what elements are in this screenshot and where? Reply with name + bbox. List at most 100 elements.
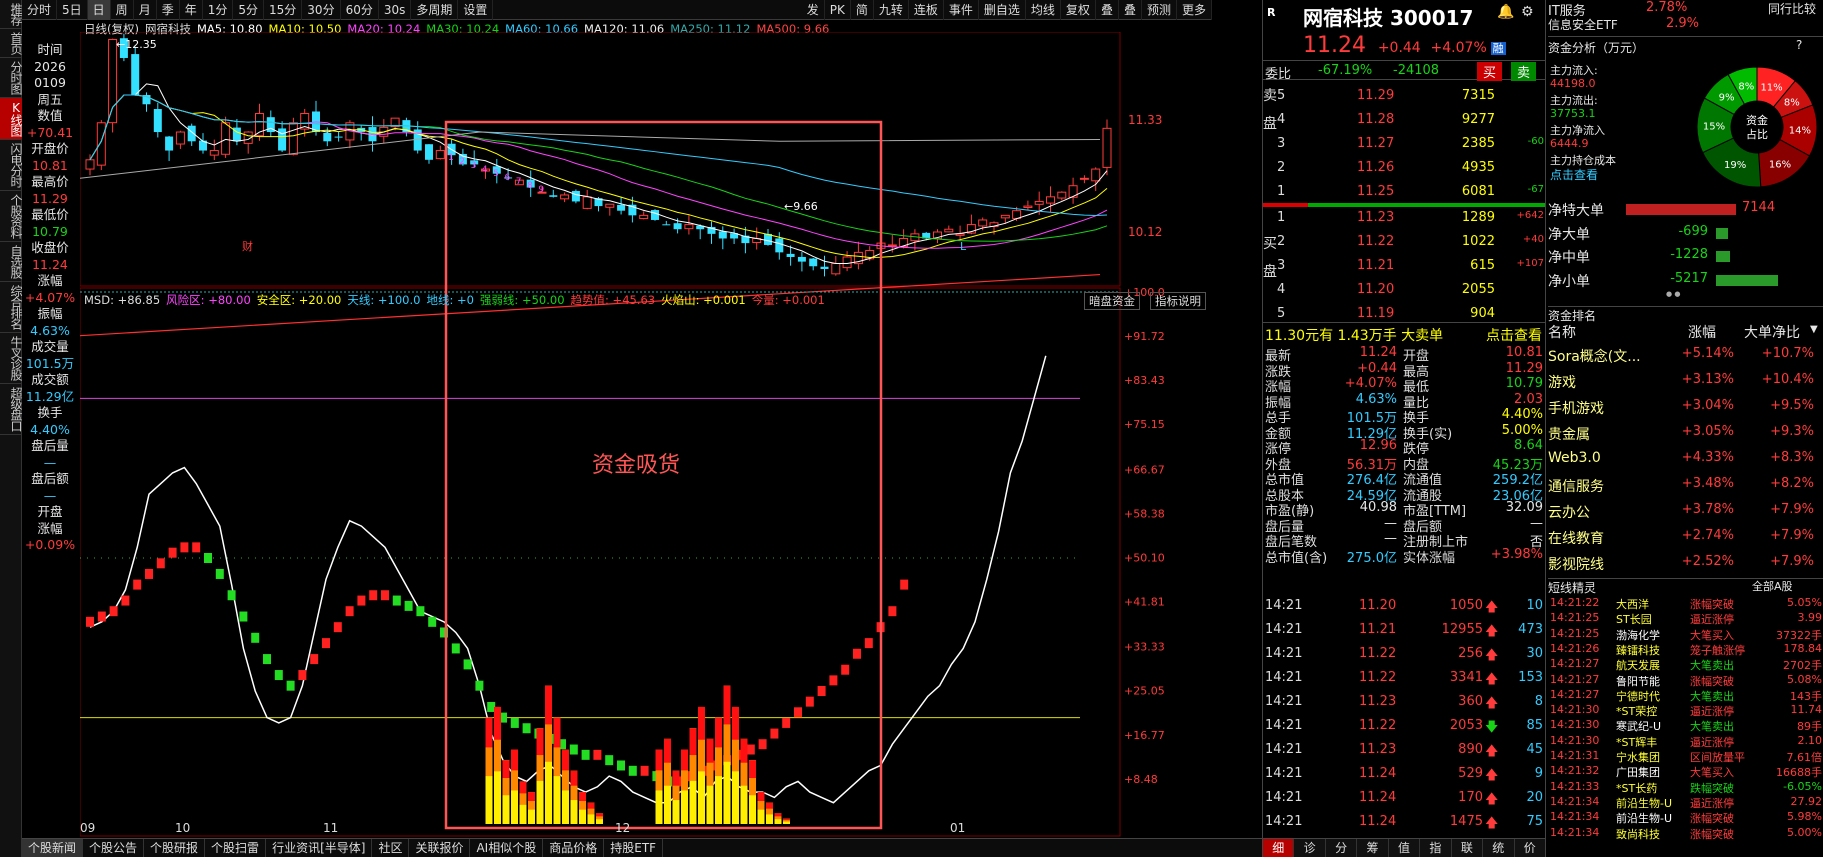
nav-8[interactable]: 牛叉诊股: [0, 333, 23, 384]
quote-tab-0[interactable]: 细: [1263, 839, 1295, 857]
bell-icon[interactable]: 🔔: [1497, 4, 1514, 20]
nav-5[interactable]: 个股资料: [0, 191, 23, 242]
short-stock: 宁德时代: [1616, 689, 1660, 703]
rank-col: 名称: [1548, 325, 1576, 341]
tick-row: 14:21 11.24 170 🡅 20: [1265, 790, 1544, 808]
buy-button[interactable]: 买: [1477, 62, 1503, 81]
bottom-tab-5[interactable]: 社区: [372, 839, 410, 857]
quote-tab-8[interactable]: 价: [1515, 839, 1546, 857]
arrow-up-icon: 🡅: [1485, 672, 1499, 687]
trend-block: [274, 670, 283, 681]
big-order-row[interactable]: 11.30元有 1.43万手 大卖单 点击查看: [1263, 322, 1546, 347]
period-2[interactable]: 日: [87, 0, 111, 20]
period-10[interactable]: 30分: [302, 0, 341, 20]
nav-1[interactable]: 首页: [0, 29, 23, 58]
etf-pct: 2.9%: [1666, 16, 1700, 31]
tool-1[interactable]: PK: [825, 0, 851, 20]
tool-0[interactable]: 发: [802, 0, 825, 20]
quote-tab-7[interactable]: 统: [1483, 839, 1515, 857]
short-time: 14:21:27: [1550, 657, 1600, 671]
period-6[interactable]: 年: [180, 0, 203, 20]
rank-pct: +2.52%: [1681, 554, 1734, 569]
tool-10[interactable]: 叠: [1119, 0, 1142, 20]
tool-12[interactable]: 更多: [1177, 0, 1212, 20]
bottom-tab-0[interactable]: 个股新闻: [22, 839, 84, 857]
candle: [887, 244, 897, 247]
bottom-tab-4[interactable]: 行业资讯[半导体]: [266, 839, 373, 857]
gear-icon[interactable]: ⚙: [1521, 4, 1534, 20]
period-5[interactable]: 季: [157, 0, 180, 20]
quote-tab-6[interactable]: 联: [1452, 839, 1484, 857]
tool-9[interactable]: 叠: [1096, 0, 1119, 20]
bottom-tab-3[interactable]: 个股扫雷: [205, 839, 267, 857]
nav-3[interactable]: K线图: [0, 98, 23, 140]
period-12[interactable]: 30s: [379, 0, 412, 20]
bottom-tab-7[interactable]: AI相似个股: [470, 839, 544, 857]
trend-block: [392, 595, 401, 606]
rank-name: 游戏: [1548, 375, 1576, 391]
short-event: 跌幅突破: [1690, 781, 1734, 795]
bottom-tab-1[interactable]: 个股公告: [83, 839, 145, 857]
tick-row: 14:21 11.24 529 🡅 9: [1265, 766, 1544, 784]
info-4: 数值: [37, 108, 63, 123]
period-11[interactable]: 60分: [341, 0, 379, 20]
quote-tab-1[interactable]: 诊: [1294, 839, 1326, 857]
tool-7[interactable]: 均线: [1026, 0, 1061, 20]
ind-btn-1[interactable]: 指标说明: [1150, 292, 1206, 310]
tool-5[interactable]: 事件: [944, 0, 979, 20]
bottom-tab-6[interactable]: 关联报价: [409, 839, 471, 857]
period-1[interactable]: 5日: [57, 0, 88, 20]
flame-bar-top: [587, 802, 595, 809]
fund-donut: 11%8%14%16%19%15%9%8%资金占比: [1696, 66, 1818, 188]
candle: [1023, 205, 1033, 208]
trend-block: [593, 749, 602, 760]
sell-label: 卖盘: [1263, 88, 1277, 132]
period-9[interactable]: 15分: [264, 0, 303, 20]
short-value: 27.92: [1790, 794, 1823, 808]
bottom-tab-8[interactable]: 商品价格: [543, 839, 605, 857]
weibi-bar: [1263, 203, 1546, 207]
flame-bar-top: [519, 781, 527, 794]
sell-button[interactable]: 卖: [1511, 62, 1537, 81]
quote-tab-3[interactable]: 筹: [1357, 839, 1389, 857]
period-3[interactable]: 周: [111, 0, 134, 20]
flame-bar-top: [494, 706, 501, 740]
tool-8[interactable]: 复权: [1061, 0, 1096, 20]
bottom-tab-2[interactable]: 个股研报: [144, 839, 206, 857]
tool-4[interactable]: 连板: [909, 0, 944, 20]
stat-row: 盘后量 — 盘后额 —: [1265, 515, 1543, 535]
nav-0[interactable]: 推荐: [0, 0, 23, 29]
flow-label: 净大单: [1548, 226, 1590, 243]
period-4[interactable]: 月: [134, 0, 157, 20]
nav-4[interactable]: 闪电分时: [0, 140, 23, 191]
ind-btn-0[interactable]: 暗盘资金: [1084, 292, 1140, 310]
info-13: 11.24: [32, 256, 68, 272]
quote-tab-5[interactable]: 指: [1420, 839, 1452, 857]
info-26: 盘后额: [31, 471, 69, 486]
period-0[interactable]: 分时: [22, 0, 58, 20]
quote-tab-2[interactable]: 分: [1326, 839, 1358, 857]
tool-6[interactable]: 删自选: [979, 0, 1026, 20]
kline-chart[interactable]: 12.5311.3310.12←12.35←9.66财L123456789+10…: [80, 32, 1260, 838]
period-8[interactable]: 5分: [233, 0, 265, 20]
rank-pct: +3.78%: [1681, 502, 1734, 517]
period-7[interactable]: 1分: [203, 0, 234, 20]
tool-3[interactable]: 九转: [874, 0, 909, 20]
tool-11[interactable]: 预测: [1142, 0, 1177, 20]
short-time: 14:21:32: [1550, 764, 1600, 778]
bottom-tab-9[interactable]: 持股ETF: [604, 839, 664, 857]
period-13[interactable]: 多周期: [411, 0, 459, 20]
nav-9[interactable]: 超级盘口: [0, 384, 23, 435]
nav-7[interactable]: 综合排名: [0, 282, 23, 333]
nav-6[interactable]: 自选股: [0, 242, 23, 282]
info-5: +70.41: [26, 124, 74, 140]
candle: [209, 150, 219, 156]
nav-2[interactable]: 分时图: [0, 58, 23, 98]
stat-row: 最新 11.24 开盘 10.81: [1265, 345, 1543, 364]
period-14[interactable]: 设置: [458, 0, 494, 20]
short-stock: 臻镭科技: [1616, 643, 1660, 657]
short-stock: 渤海化学: [1616, 628, 1660, 642]
tool-2[interactable]: 简: [851, 0, 874, 20]
quote-tab-4[interactable]: 值: [1389, 839, 1421, 857]
candle: [662, 224, 671, 226]
